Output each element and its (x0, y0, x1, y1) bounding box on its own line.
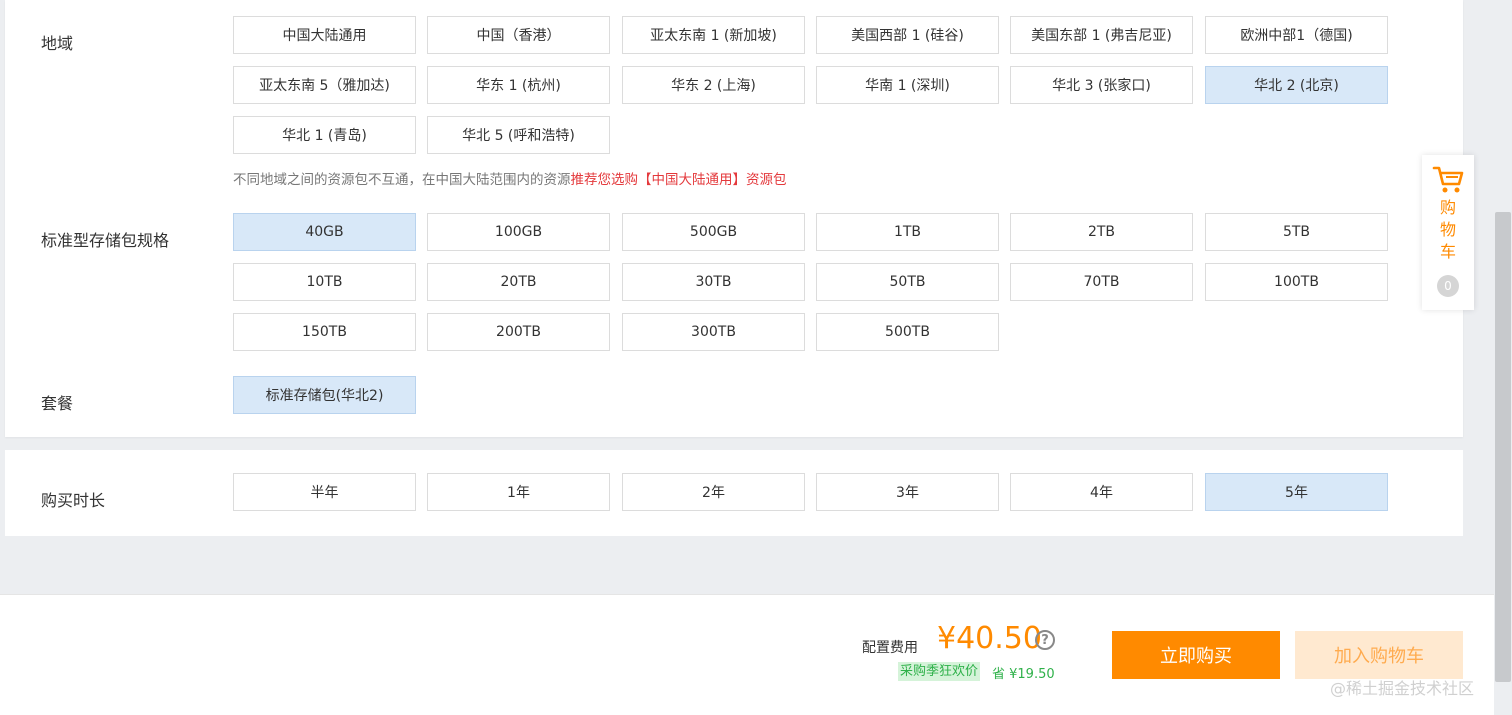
region-hint: 不同地域之间的资源包不互通，在中国大陆范围内的资源推荐您选购【中国大陆通用】资源… (233, 168, 787, 188)
duration-label: 购买时长 (41, 491, 106, 510)
region-option[interactable]: 中国（香港） (427, 16, 610, 54)
storage-spec-option[interactable]: 1TB (816, 213, 999, 251)
fee-label: 配置费用 (862, 640, 918, 656)
duration-option[interactable]: 2年 (622, 473, 805, 511)
duration-option[interactable]: 3年 (816, 473, 999, 511)
storage-spec-option[interactable]: 100TB (1205, 263, 1388, 301)
promo-badge: 采购季狂欢价 (898, 662, 981, 681)
storage-spec-option[interactable]: 20TB (427, 263, 610, 301)
scrollbar[interactable] (1494, 0, 1512, 715)
storage-spec-option[interactable]: 50TB (816, 263, 999, 301)
region-option[interactable]: 欧洲中部1（德国) (1205, 16, 1388, 54)
savings-text: 省 ¥19.50 (992, 667, 1055, 682)
duration-option[interactable]: 4年 (1010, 473, 1193, 511)
region-option[interactable]: 华北 3 (张家口) (1010, 66, 1193, 104)
region-hint-text: 不同地域之间的资源包不互通，在中国大陆范围内的资源 (233, 172, 571, 188)
cart-label: 购物车 (1439, 198, 1456, 261)
storage-spec-option[interactable]: 500TB (816, 313, 999, 351)
storage-spec-option[interactable]: 150TB (233, 313, 416, 351)
storage-spec-label: 标准型存储包规格 (41, 231, 170, 250)
duration-option[interactable]: 5年 (1205, 473, 1388, 511)
region-option[interactable]: 美国东部 1 (弗吉尼亚) (1010, 16, 1193, 54)
region-option[interactable]: 华东 2 (上海) (622, 66, 805, 104)
storage-spec-option[interactable]: 300TB (622, 313, 805, 351)
storage-spec-option[interactable]: 10TB (233, 263, 416, 301)
config-panel: 地域 中国大陆通用 中国（香港） 亚太东南 1 (新加坡) 美国西部 1 (硅谷) 美国… (5, 0, 1463, 437)
duration-option[interactable]: 半年 (233, 473, 416, 511)
region-option[interactable]: 华东 1 (杭州) (427, 66, 610, 104)
buy-now-button[interactable]: 立即购买 (1112, 631, 1280, 679)
region-option[interactable]: 华北 5 (呼和浩特) (427, 116, 610, 154)
total-price: ¥40.50 (937, 621, 1042, 656)
order-footer: 配置费用 ¥40.50 ? 采购季狂欢价 省 ¥19.50 立即购买 加入购物车… (0, 594, 1494, 715)
storage-spec-option[interactable]: 70TB (1010, 263, 1193, 301)
storage-spec-option[interactable]: 40GB (233, 213, 416, 251)
scrollbar-thumb[interactable] (1495, 212, 1511, 682)
package-option[interactable]: 标准存储包(华北2) (233, 376, 416, 414)
region-option[interactable]: 中国大陆通用 (233, 16, 416, 54)
region-option[interactable]: 华北 1 (青岛) (233, 116, 416, 154)
region-option[interactable]: 亚太东南 1 (新加坡) (622, 16, 805, 54)
duration-panel: 购买时长 半年 1年 2年 3年 4年 5年 (5, 450, 1463, 536)
region-label: 地域 (41, 34, 74, 53)
storage-spec-option[interactable]: 100GB (427, 213, 610, 251)
region-option[interactable]: 美国西部 1 (硅谷) (816, 16, 999, 54)
shopping-cart-widget[interactable]: 购物车 0 (1422, 155, 1474, 310)
storage-spec-option[interactable]: 2TB (1010, 213, 1193, 251)
watermark: @稀土掘金技术社区 (1330, 679, 1475, 698)
shopping-cart-icon (1432, 166, 1464, 193)
duration-option[interactable]: 1年 (427, 473, 610, 511)
add-to-cart-button[interactable]: 加入购物车 (1295, 631, 1463, 679)
region-hint-recommendation: 推荐您选购【中国大陆通用】资源包 (570, 172, 787, 188)
cart-count-badge: 0 (1437, 275, 1459, 297)
region-option[interactable]: 亚太东南 5（雅加达) (233, 66, 416, 104)
storage-spec-option[interactable]: 200TB (427, 313, 610, 351)
price-help-icon[interactable]: ? (1035, 630, 1055, 650)
storage-spec-option[interactable]: 5TB (1205, 213, 1388, 251)
package-label: 套餐 (41, 394, 74, 413)
storage-spec-option[interactable]: 500GB (622, 213, 805, 251)
region-option[interactable]: 华南 1 (深圳) (816, 66, 999, 104)
region-option[interactable]: 华北 2 (北京) (1205, 66, 1388, 104)
storage-spec-option[interactable]: 30TB (622, 263, 805, 301)
